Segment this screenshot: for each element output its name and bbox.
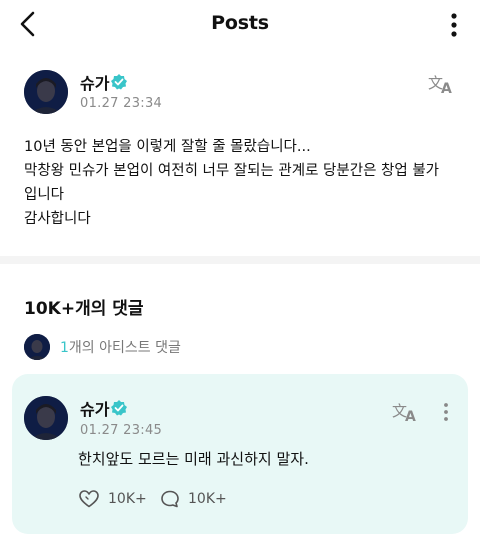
- post-line: 막창왕 민슈가 본업이 여전히 너무 잘되는 관계로 당분간은 창업 불가: [24, 163, 439, 179]
- reply-count: 10K+: [188, 491, 227, 507]
- artist-comment-label-text: 개의 아티스트 댓글: [68, 340, 181, 356]
- artist-comments-link[interactable]: 1개의 아티스트 댓글: [24, 333, 181, 361]
- comment-reply-button[interactable]: 10K+: [160, 489, 227, 509]
- post-author-avatar[interactable]: [24, 70, 68, 114]
- more-vertical-icon: [444, 403, 448, 421]
- comment-timestamp: 01.27 23:45: [80, 423, 163, 438]
- comment-like-button[interactable]: 10K+: [78, 489, 147, 509]
- comment-author-avatar[interactable]: [24, 396, 68, 440]
- post-line: 감사합니다: [24, 211, 91, 227]
- page-title: Posts: [211, 12, 269, 34]
- section-divider: [0, 256, 480, 264]
- svg-text:A: A: [405, 409, 416, 424]
- translate-icon: 文 A: [392, 402, 416, 424]
- comment-translate-button[interactable]: 文 A: [392, 400, 420, 424]
- translate-icon: 文 A: [428, 74, 452, 96]
- more-vertical-icon: [451, 13, 457, 37]
- svg-text:A: A: [441, 81, 452, 96]
- translate-button[interactable]: 文 A: [428, 72, 456, 96]
- avatar-image: [24, 70, 68, 114]
- post-timestamp: 01.27 23:34: [80, 96, 163, 111]
- verified-badge-icon: [110, 73, 128, 91]
- avatar-image: [24, 396, 68, 440]
- heart-outline-icon: [79, 490, 99, 508]
- comment-author-name[interactable]: 슈가: [80, 396, 109, 420]
- comment-more-button[interactable]: [438, 400, 454, 424]
- like-count: 10K+: [108, 491, 147, 507]
- post-body: 10년 동안 본업을 이렇게 잘할 줄 몰랐습니다... 막창왕 민슈가 본업이…: [24, 135, 464, 231]
- post-line: 입니다: [24, 187, 65, 203]
- comment-text: 한치앞도 모르는 미래 과신하지 말자.: [78, 450, 309, 468]
- speech-bubble-icon: [161, 490, 179, 508]
- artist-comment-count: 1: [60, 340, 69, 356]
- post-line: 10년 동안 본업을 이렇게 잘할 줄 몰랐습니다...: [24, 139, 311, 155]
- verified-badge-icon: [110, 399, 128, 417]
- more-options-button[interactable]: [444, 10, 464, 40]
- comments-count-title: 10K+개의 댓글: [24, 299, 144, 319]
- artist-avatar: [24, 334, 50, 360]
- artist-comments-label: 1개의 아티스트 댓글: [60, 337, 181, 357]
- post-author-name[interactable]: 슈가: [80, 70, 109, 94]
